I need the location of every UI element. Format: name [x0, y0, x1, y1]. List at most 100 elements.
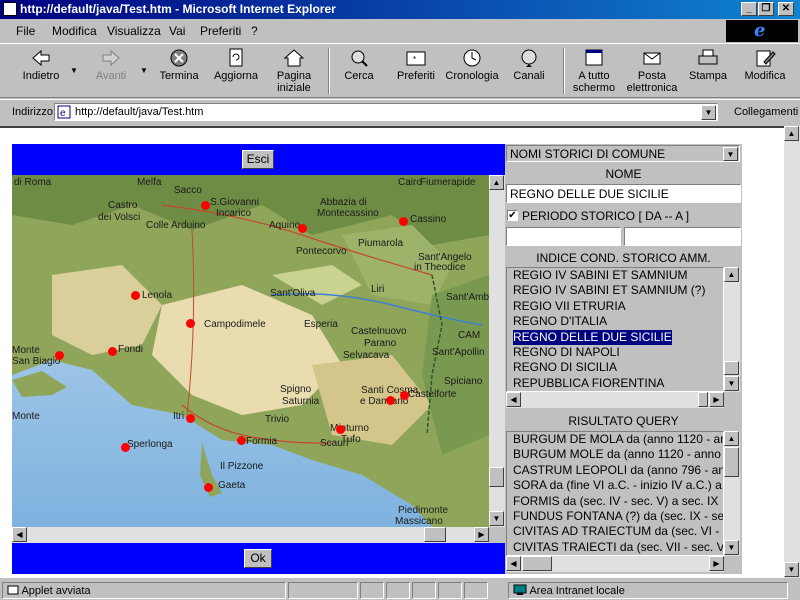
map-scroll-thumb[interactable]: [489, 467, 504, 487]
menu-visualizza[interactable]: Visualizza: [107, 24, 161, 38]
history-button[interactable]: Cronologia: [440, 48, 504, 96]
map-horizontal-scrollbar[interactable]: ◀ ▶: [12, 527, 489, 543]
periodo-from-field[interactable]: [506, 227, 621, 246]
indice-scroll-down-icon[interactable]: ▼: [724, 376, 739, 391]
indice-list-item[interactable]: REGNO DI SICILIA: [510, 360, 723, 375]
stop-button[interactable]: Termina: [147, 48, 211, 96]
city-marker[interactable]: [186, 414, 195, 423]
ok-button[interactable]: Ok: [244, 549, 272, 568]
risultato-list-item[interactable]: FUNDUS FONTANA (?) da (sec. IX - sec. X): [510, 509, 723, 524]
links-button[interactable]: Collegamenti: [734, 106, 798, 118]
indice-scroll-right-icon[interactable]: ▶: [709, 392, 724, 407]
map-scroll-up-icon[interactable]: ▲: [489, 175, 504, 190]
risultato-hscroll-thumb[interactable]: [522, 556, 552, 571]
menu-modifica[interactable]: Modifica: [52, 24, 97, 38]
risultato-scroll-right-icon[interactable]: ▶: [709, 556, 724, 571]
scroll-up-icon[interactable]: ▲: [784, 126, 799, 141]
combo-dropdown-icon[interactable]: ▼: [723, 147, 738, 161]
indice-list[interactable]: REGIO IV SABINI ET SAMNIUM REGIO IV SABIN…: [506, 267, 724, 392]
nome-field[interactable]: REGNO DELLE DUE SICILIE: [506, 184, 741, 203]
edit-button[interactable]: Modifica: [733, 48, 797, 96]
menu-file[interactable]: File: [16, 24, 35, 38]
exit-button[interactable]: Esci: [242, 150, 274, 169]
print-button[interactable]: Stampa: [676, 48, 740, 96]
indice-list-item[interactable]: REPUBBLICA FIORENTINA: [510, 376, 723, 391]
risultato-list-item[interactable]: SORA da (fine VI a.C. - inizio IV a.C.) …: [510, 478, 723, 493]
favorites-button[interactable]: * Preferiti: [384, 48, 448, 96]
city-marker[interactable]: [386, 396, 395, 405]
city-marker[interactable]: [108, 347, 117, 356]
back-dropdown-icon[interactable]: ▼: [70, 66, 78, 75]
indice-vscroll[interactable]: ▲ ▼: [724, 267, 740, 392]
scroll-corner: [489, 527, 505, 543]
search-button[interactable]: Cerca: [327, 48, 391, 96]
map-hscroll-thumb[interactable]: [424, 527, 446, 542]
mail-button[interactable]: Posta elettronica: [620, 48, 684, 96]
indice-scroll-left-icon[interactable]: ◀: [506, 392, 521, 407]
risultato-list-item[interactable]: FORMIS da (sec. IV - sec. V) a sec. IX: [510, 494, 723, 509]
city-marker[interactable]: [55, 351, 64, 360]
menu-preferiti[interactable]: Preferiti: [200, 24, 241, 38]
risultato-scroll-up-icon[interactable]: ▲: [724, 431, 739, 446]
map-scroll-right-icon[interactable]: ▶: [474, 527, 489, 542]
city-marker[interactable]: [237, 436, 246, 445]
risultato-list-item[interactable]: BURGUM DE MOLA da (anno 1120 - anno 1: [510, 432, 723, 447]
city-marker[interactable]: [336, 425, 345, 434]
periodo-checkbox[interactable]: ✔: [507, 210, 518, 221]
page-scrollbar[interactable]: ▲ ▼: [784, 126, 800, 578]
risultato-scroll-thumb[interactable]: [724, 447, 739, 477]
close-button[interactable]: ✕: [778, 2, 794, 16]
indice-rows: REGIO IV SABINI ET SAMNIUM REGIO IV SABIN…: [507, 268, 723, 391]
scroll-down-icon[interactable]: ▼: [784, 562, 799, 577]
map-labels: di Roma Melfa Cairo Fiumerapide Castro dei Vo…: [12, 175, 489, 527]
indice-list-item[interactable]: REGNO D'ITALIA: [510, 314, 723, 329]
map-scroll-down-icon[interactable]: ▼: [489, 511, 504, 526]
refresh-button[interactable]: Aggiorna: [204, 48, 268, 96]
periodo-to-field[interactable]: [624, 227, 741, 246]
minimize-button[interactable]: _: [741, 2, 757, 16]
city-marker[interactable]: [121, 443, 130, 452]
back-button[interactable]: Indietro: [9, 48, 73, 96]
indice-hscroll-thumb[interactable]: [698, 392, 708, 407]
indice-hscroll[interactable]: ◀ ▶: [506, 392, 724, 408]
risultato-list[interactable]: BURGUM DE MOLA da (anno 1120 - anno 1BUR…: [506, 431, 724, 556]
risultato-list-item[interactable]: CASTRUM LEOPOLI da (anno 796 - anno 79: [510, 463, 723, 478]
risultato-vscroll[interactable]: ▲ ▼: [724, 431, 740, 556]
indice-list-item[interactable]: REGIO IV SABINI ET SAMNIUM: [510, 268, 723, 283]
indice-list-item[interactable]: REGIO VII ETRURIA: [510, 299, 723, 314]
city-marker[interactable]: [186, 319, 195, 328]
city-marker[interactable]: [399, 217, 408, 226]
map-scroll-left-icon[interactable]: ◀: [12, 527, 27, 542]
indice-list-item[interactable]: REGNO DI NAPOLI: [510, 345, 723, 360]
map-place-label: Fiumerapide: [420, 177, 476, 188]
city-marker[interactable]: [204, 483, 213, 492]
city-marker[interactable]: [400, 391, 409, 400]
home-button[interactable]: Pagina iniziale: [262, 48, 326, 96]
risultato-hscroll[interactable]: ◀ ▶: [506, 556, 724, 572]
indice-list-item[interactable]: REGNO DELLE DUE SICILIE: [510, 329, 723, 346]
risultato-list-item[interactable]: CIVITAS AD TRAIECTUM da (sec. VI - sec. …: [510, 524, 723, 539]
city-marker[interactable]: [131, 291, 140, 300]
risultato-list-item[interactable]: CIVITAS TRAIECTI da (sec. VII - sec. VII…: [510, 540, 723, 555]
ie-page-icon: [3, 2, 17, 16]
storici-combo[interactable]: NOMI STORICI DI COMUNE ▼: [506, 145, 740, 162]
indice-list-item[interactable]: REGIO IV SABINI ET SAMNIUM (?): [510, 283, 723, 298]
address-input[interactable]: e http://default/java/Test.htm ▼: [54, 103, 718, 121]
maximize-button[interactable]: ❐: [758, 2, 774, 16]
fullscreen-button[interactable]: A tutto schermo: [562, 48, 626, 96]
map-place-label: Incarico: [216, 208, 252, 219]
forward-button[interactable]: Avanti: [79, 48, 143, 96]
channels-button[interactable]: Canali: [497, 48, 561, 96]
menu-vai[interactable]: Vai: [169, 24, 185, 38]
menu-help[interactable]: ?: [251, 24, 258, 38]
indice-scroll-thumb[interactable]: [724, 361, 739, 375]
city-marker[interactable]: [298, 224, 307, 233]
risultato-list-item[interactable]: BURGUM MOLE da (anno 1120 - anno 1124: [510, 447, 723, 462]
city-marker[interactable]: [201, 201, 210, 210]
map-vertical-scrollbar[interactable]: ▲ ▼: [489, 175, 505, 527]
risultato-scroll-down-icon[interactable]: ▼: [724, 540, 739, 555]
risultato-scroll-left-icon[interactable]: ◀: [506, 556, 521, 571]
title-bar[interactable]: http://default/java/Test.htm - Microsoft…: [0, 0, 800, 19]
address-dropdown-icon[interactable]: ▼: [701, 105, 716, 120]
indice-scroll-up-icon[interactable]: ▲: [724, 267, 739, 282]
